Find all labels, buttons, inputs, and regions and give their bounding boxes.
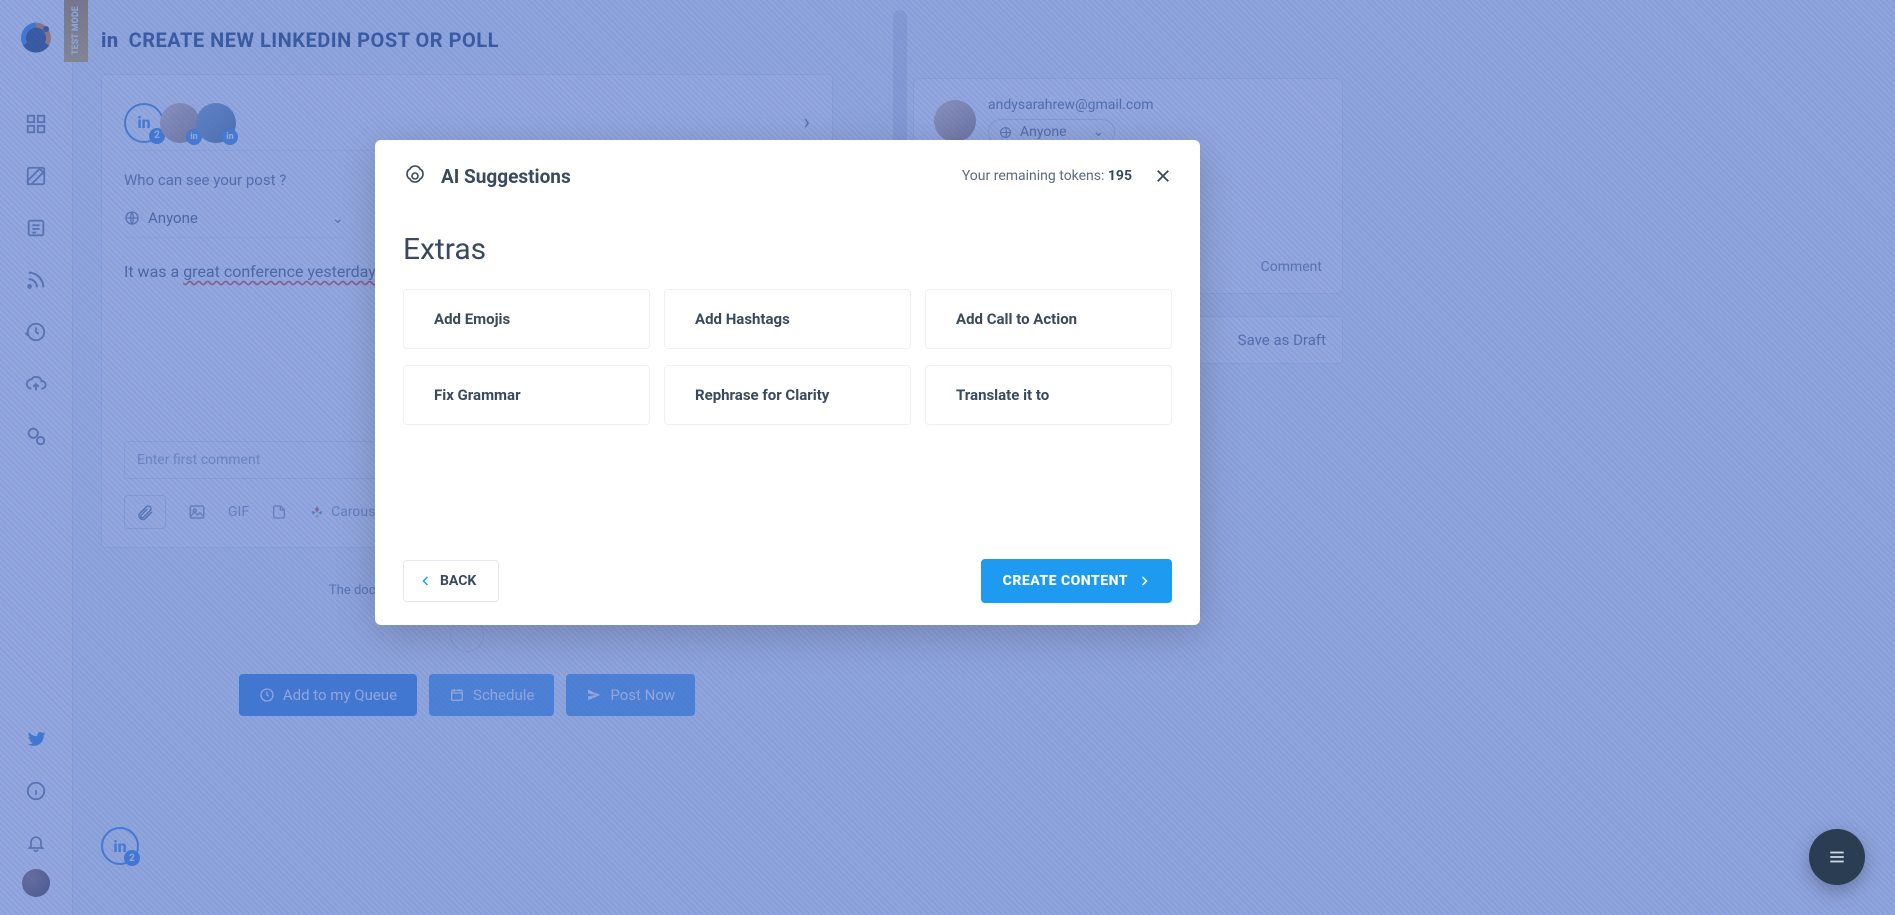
modal-title: AI Suggestions [441,165,571,188]
ai-suggestions-modal: AI Suggestions Your remaining tokens: 19… [375,140,1200,625]
extra-fix-grammar[interactable]: Fix Grammar [403,365,650,425]
extras-section-title: Extras [403,232,1172,267]
back-label: BACK [440,573,476,589]
tokens-label: Your remaining tokens: [962,168,1105,184]
extra-add-cta[interactable]: Add Call to Action [925,289,1172,349]
tokens-value: 195 [1108,168,1132,184]
create-content-button[interactable]: CREATE CONTENT [981,559,1172,603]
openai-icon [403,164,427,188]
extra-translate[interactable]: Translate it to [925,365,1172,425]
extras-grid: Add Emojis Add Hashtags Add Call to Acti… [403,289,1172,425]
close-modal-button[interactable] [1154,167,1172,185]
chevron-right-icon [1138,575,1150,587]
create-label: CREATE CONTENT [1003,573,1128,589]
back-button[interactable]: BACK [403,560,499,602]
extra-add-emojis[interactable]: Add Emojis [403,289,650,349]
tokens-remaining: Your remaining tokens: 195 [962,168,1132,184]
chevron-left-icon [420,575,432,587]
help-fab[interactable] [1809,829,1865,885]
extra-add-hashtags[interactable]: Add Hashtags [664,289,911,349]
extra-rephrase[interactable]: Rephrase for Clarity [664,365,911,425]
